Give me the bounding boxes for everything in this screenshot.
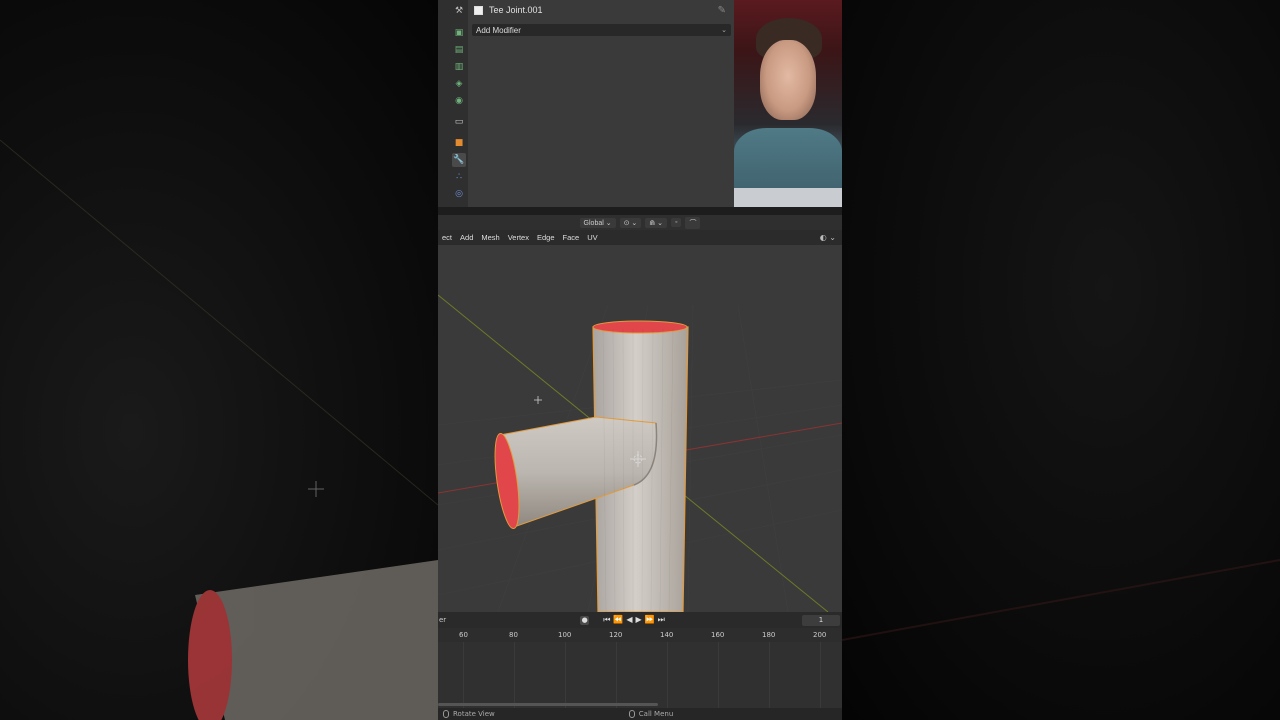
chevron-down-icon: ⌄ [721,27,727,34]
tick-label: 200 [813,631,827,639]
prev-keyframe-icon[interactable]: ⏪ [613,615,623,625]
world-icon[interactable]: ◉ [452,94,466,108]
background-blur-left [0,0,438,720]
jump-start-icon[interactable]: ⏮ [603,615,610,625]
play-icon[interactable]: ▶ [636,615,642,625]
mouse-icon [443,710,449,718]
grid-line [769,642,770,708]
tool-icon[interactable]: ⚒ [452,4,466,18]
menu-edge[interactable]: Edge [533,233,559,242]
status-rotate-view: Rotate View [443,710,495,718]
menu-add[interactable]: Add [456,233,477,242]
snap-toggle[interactable]: ⋒ ⌄ [645,217,667,228]
scene-icon[interactable]: ◈ [452,77,466,91]
grid-line [718,642,719,708]
properties-panel: ⚒ ▣ ▤ ▥ ◈ ◉ ▭ ■ 🔧 ∴ ◎ Tee Joint.001 ✎ Ad… [438,0,734,207]
timeline-ruler[interactable]: 60 80 100 120 140 160 180 200 [438,628,842,642]
grid-line [565,642,566,708]
webcam-desk [734,188,842,207]
current-frame-field[interactable]: 1 [802,614,840,626]
menu-select[interactable]: ect [438,233,456,242]
menu-vertex[interactable]: Vertex [504,233,533,242]
falloff-dropdown[interactable]: ⌒ [685,216,701,229]
collection-icon[interactable]: ▭ [452,115,466,129]
webcam-face [760,40,816,120]
viewport-header: Global ⌄ ⊙ ⌄ ⋒ ⌄ ◦ ⌒ [438,215,842,230]
proportional-editing-toggle[interactable]: ◦ [670,218,682,227]
grid-line [616,642,617,708]
properties-tab-bar: ⚒ ▣ ▤ ▥ ◈ ◉ ▭ ■ 🔧 ∴ ◎ [438,0,468,207]
jump-end-icon[interactable]: ⏭ [658,615,665,625]
properties-header: Tee Joint.001 ✎ [470,2,732,18]
main-column: ⚒ ▣ ▤ ▥ ◈ ◉ ▭ ■ 🔧 ∴ ◎ Tee Joint.001 ✎ Ad… [438,0,842,720]
3d-viewport[interactable] [438,245,842,612]
menu-face[interactable]: Face [559,233,584,242]
play-reverse-icon[interactable]: ◀ [626,615,632,625]
status-bar: Rotate View Call Menu [438,708,842,720]
orientation-label: Global [583,219,604,227]
rotate-view-label: Rotate View [453,710,495,718]
grid-line [514,642,515,708]
status-call-menu: Call Menu [628,710,674,718]
tick-label: 100 [558,631,572,639]
physics-icon[interactable]: ◎ [452,187,466,201]
add-modifier-dropdown[interactable]: Add Modifier ⌄ [472,24,731,36]
view-layer-icon[interactable]: ▥ [452,60,466,74]
viewport-menu-bar: ect Add Mesh Vertex Edge Face UV ◐ ⌄ [438,230,842,245]
call-menu-label: Call Menu [638,710,674,718]
next-keyframe-icon[interactable]: ⏩ [645,615,655,625]
timeline-area[interactable] [438,642,842,708]
background-blur-left-art [0,139,438,720]
tick-label: 80 [509,631,518,639]
panel-divider [438,207,842,215]
mouse-icon [628,710,635,718]
background-blur-right [842,0,1280,720]
object-name: Tee Joint.001 [489,5,543,15]
timeline-scrollbar[interactable] [438,703,658,706]
grid-line [463,642,464,708]
grid-line [820,642,821,708]
webcam-overlay [734,0,842,207]
particles-icon[interactable]: ∴ [452,170,466,184]
modifier-icon[interactable]: 🔧 [452,153,466,167]
background-blur-right-art [842,559,1280,641]
tick-label: 180 [762,631,776,639]
timeline-controls: er ● ⏮ ⏪ ◀ ▶ ⏩ ⏭ 1 [438,612,842,628]
mesh-object-icon [474,5,483,15]
menu-mesh[interactable]: Mesh [477,233,503,242]
tick-label: 120 [609,631,623,639]
playback-buttons: ⏮ ⏪ ◀ ▶ ⏩ ⏭ [603,615,665,625]
tick-label: 60 [459,631,468,639]
timeline-label: er [439,616,447,624]
add-modifier-label: Add Modifier [476,25,521,35]
object-icon[interactable]: ■ [452,136,466,150]
render-icon[interactable]: ▣ [452,26,466,40]
tick-label: 140 [660,631,674,639]
viewport-canvas [438,294,842,612]
pivot-point-dropdown[interactable]: ⊙ ⌄ [619,217,642,228]
mouse-cursor [534,396,542,404]
tick-label: 160 [711,631,725,639]
grid-line [667,642,668,708]
tee-joint-mesh [494,320,689,612]
pin-icon[interactable]: ✎ [718,5,726,16]
record-button[interactable]: ● [580,615,590,625]
transform-orientation-dropdown[interactable]: Global ⌄ [579,217,616,228]
menu-uv[interactable]: UV [583,233,601,242]
overlays-icon[interactable]: ◐ ⌄ [820,233,836,242]
output-icon[interactable]: ▤ [452,43,466,57]
